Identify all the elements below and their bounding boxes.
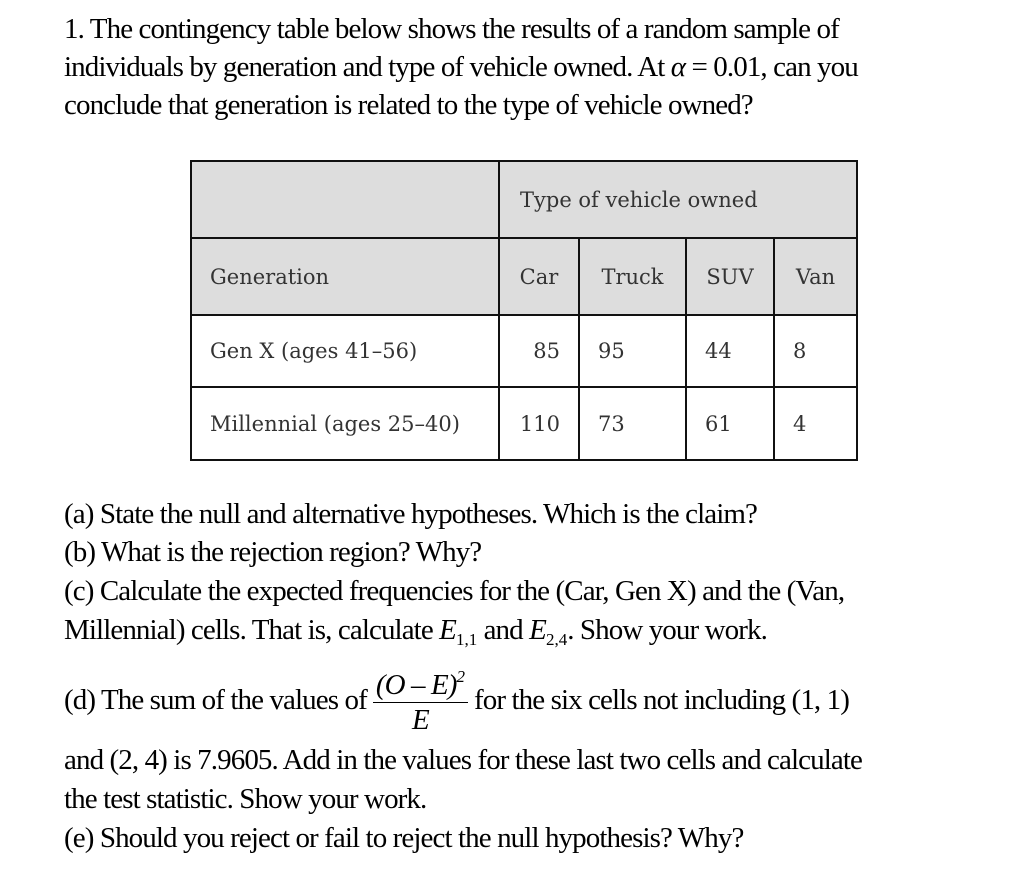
question-text: Millennial) cells. That is, calculate — [64, 614, 440, 646]
question-e: (e) Should you reject or fail to reject … — [64, 822, 744, 854]
question-d-line-3: the test statistic. Show your work. — [64, 783, 427, 815]
table-row: Millennial (ages 25–40) 110 73 61 4 — [190, 386, 858, 461]
intro-line-2: individuals by generation and type of ve… — [64, 48, 859, 86]
alpha-symbol: α — [670, 51, 686, 83]
intro-line-3: conclude that generation is related to t… — [64, 89, 754, 121]
numerator-text: (O – E) — [375, 669, 458, 701]
table-cell: 85 — [498, 314, 580, 388]
question-text: for the six cells not including (1, 1) — [474, 684, 850, 717]
question-text: and — [477, 614, 530, 646]
column-header-suv: SUV — [685, 237, 775, 316]
intro-text: , can you — [760, 51, 858, 83]
problem-intro: 1. The contingency table below shows the… — [64, 10, 859, 124]
expected-symbol: E — [529, 614, 547, 646]
question-d-line-1: (d) The sum of the values of (O – E)2 Efor… — [64, 664, 850, 741]
table-cell: 44 — [685, 314, 775, 388]
column-header-van: Van — [773, 237, 858, 316]
question-b: (b) What is the rejection region? Why? — [64, 536, 482, 568]
table-cell: 4 — [773, 386, 858, 461]
question-text: (d) The sum of the values of — [64, 684, 368, 717]
table-row: Gen X (ages 41–56) 85 95 44 8 — [190, 314, 858, 388]
subscript-2-4: 2,4 — [545, 630, 568, 649]
exponent: 2 — [456, 667, 466, 686]
chi-square-fraction: (O – E)2 E — [372, 660, 469, 737]
question-c-line-2: Millennial) cells. That is, calculate E1… — [64, 614, 768, 650]
table-cell: 95 — [578, 314, 687, 388]
question-d-line-2: and (2, 4) is 7.9605. Add in the values … — [64, 744, 863, 776]
row-label: Millennial (ages 25–40) — [190, 386, 500, 461]
question-c-line-1: (c) Calculate the expected frequencies f… — [64, 575, 845, 607]
intro-line-1: 1. The contingency table below shows the… — [64, 13, 840, 45]
question-a: (a) State the null and alternative hypot… — [64, 498, 758, 530]
intro-text: individuals by generation and type of ve… — [64, 51, 671, 83]
table-cell: 8 — [773, 314, 858, 388]
table-cell: 110 — [498, 386, 580, 461]
table-cell: 61 — [685, 386, 775, 461]
expected-symbol: E — [439, 614, 457, 646]
table-row-header: Generation — [190, 237, 500, 316]
subscript-1-1: 1,1 — [455, 630, 478, 649]
column-header-truck: Truck — [578, 237, 687, 316]
row-label: Gen X (ages 41–56) — [190, 314, 500, 388]
fraction-denominator: E — [412, 704, 430, 736]
table-corner-cell — [190, 160, 500, 239]
fraction-numerator: (O – E)2 — [372, 660, 469, 703]
table-cell: 73 — [578, 386, 687, 461]
alpha-value: = 0.01 — [685, 51, 761, 83]
question-text: . Show your work. — [567, 614, 768, 646]
column-header-car: Car — [498, 237, 580, 316]
contingency-table: Type of vehicle owned Generation Car Tru… — [190, 160, 858, 461]
table-group-header: Type of vehicle owned — [498, 160, 858, 239]
